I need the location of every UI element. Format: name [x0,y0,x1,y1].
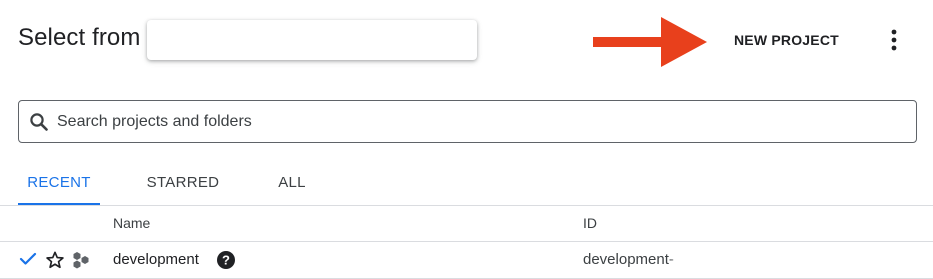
more-vert-icon [891,29,897,51]
column-header-name[interactable]: Name [113,215,150,231]
project-id: development- [583,251,674,268]
table-header: Name ID [0,205,933,242]
tab-recent[interactable]: RECENT [18,160,100,205]
tab-bar: RECENT STARRED ALL [0,160,933,206]
organization-selector-redacted [147,20,477,60]
project-name-link[interactable]: development [113,251,199,268]
check-icon [19,251,37,267]
tab-all[interactable]: ALL [270,160,314,204]
search-input[interactable] [55,111,879,132]
tab-starred[interactable]: STARRED [140,160,226,204]
new-project-button[interactable]: NEW PROJECT [726,24,847,56]
svg-text:?: ? [222,253,230,268]
more-options-button[interactable] [878,22,910,58]
dialog-title: Select from [18,24,141,51]
star-outline-icon[interactable] [45,250,65,270]
project-icon [72,251,92,269]
annotation-arrow [593,17,707,67]
help-icon[interactable]: ? [216,250,236,270]
search-icon [29,112,49,132]
search-field[interactable] [18,100,917,143]
table-row[interactable]: development ? development- [0,242,933,279]
column-header-id[interactable]: ID [583,215,597,231]
